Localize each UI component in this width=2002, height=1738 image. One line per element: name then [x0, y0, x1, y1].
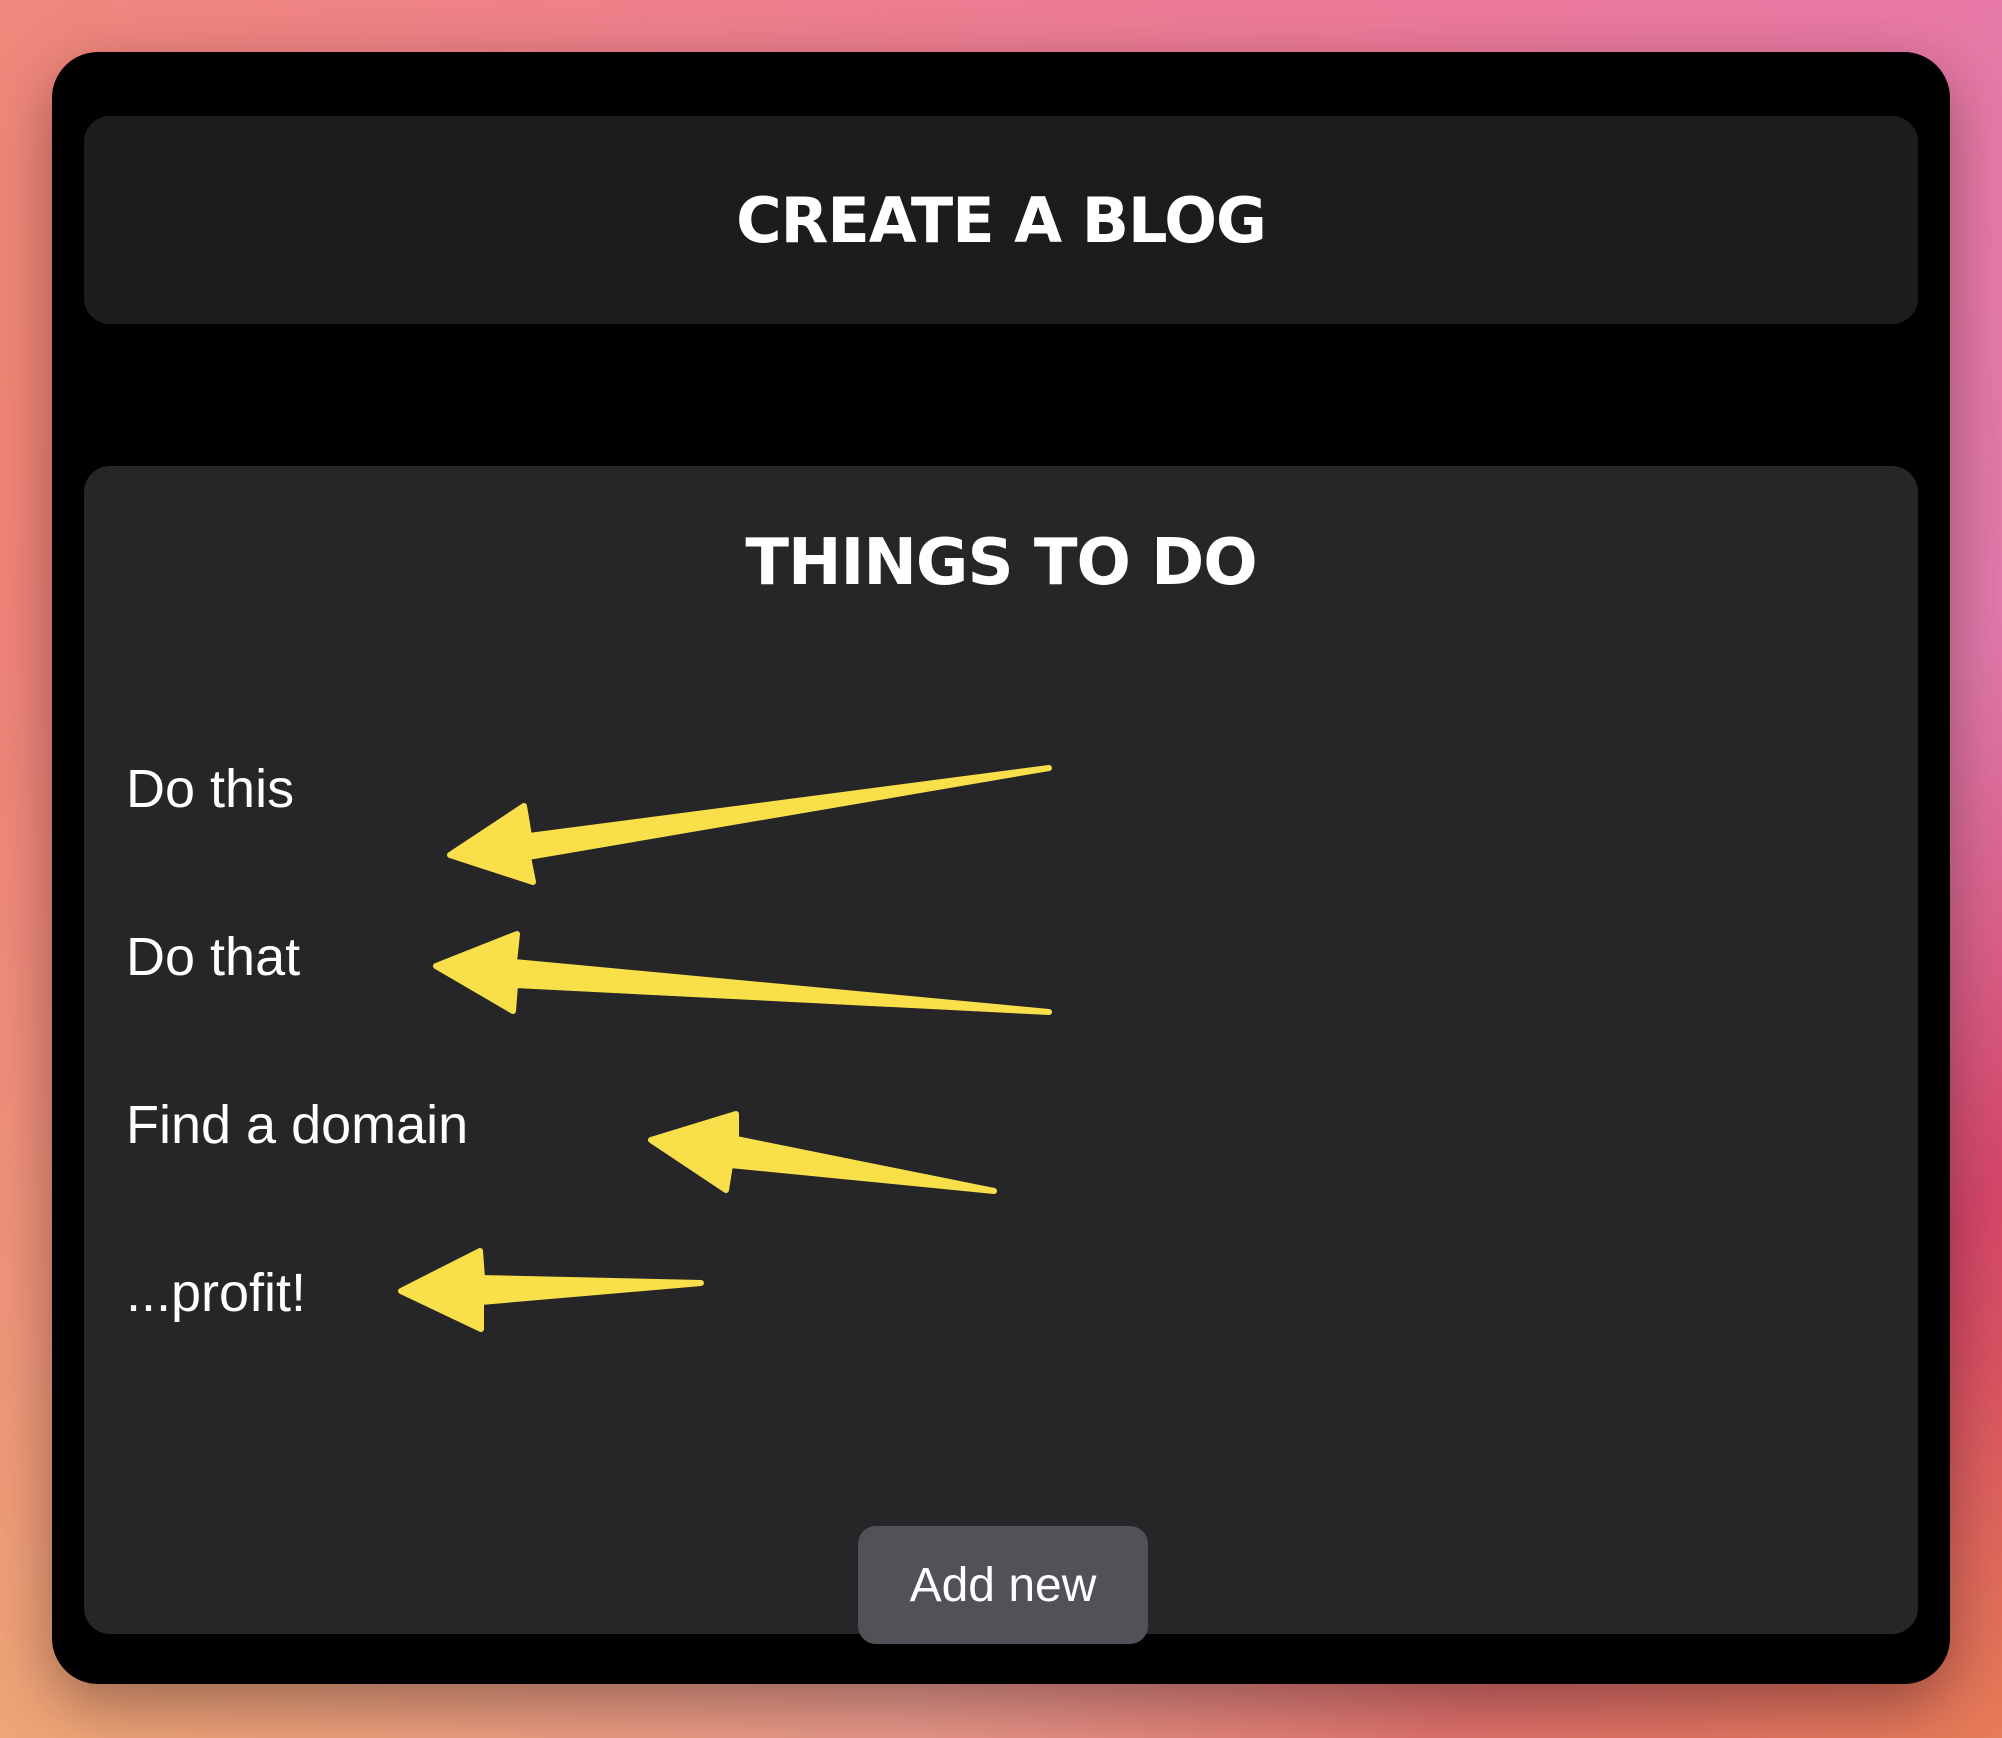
- todo-item[interactable]: Do this: [126, 762, 294, 816]
- todo-item[interactable]: Do that: [126, 930, 300, 984]
- todo-title: THINGS TO DO: [745, 526, 1257, 600]
- header-card: CREATE A BLOG: [84, 116, 1918, 324]
- app-window: CREATE A BLOG THINGS TO DO Do this Do th…: [52, 52, 1950, 1684]
- todo-item[interactable]: ...profit!: [126, 1266, 306, 1320]
- page-title: CREATE A BLOG: [736, 183, 1267, 257]
- todo-card: THINGS TO DO Do this Do that Find a doma…: [84, 466, 1918, 1644]
- add-new-button[interactable]: Add new: [858, 1526, 1148, 1644]
- todo-item[interactable]: Find a domain: [126, 1098, 468, 1152]
